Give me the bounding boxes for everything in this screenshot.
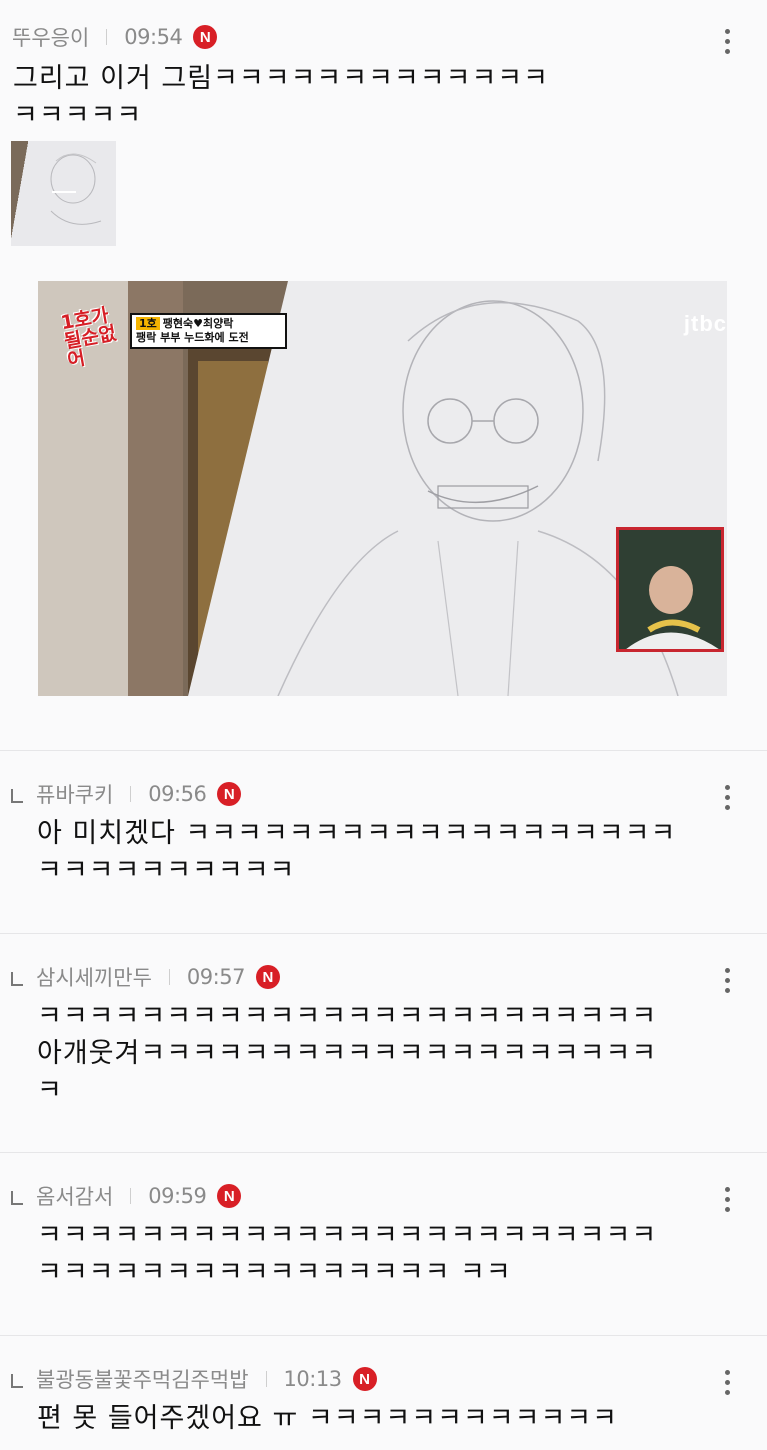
new-badge-icon: N [352, 1367, 377, 1391]
more-vertical-icon[interactable] [717, 29, 737, 54]
thumbnail-bar [52, 191, 76, 193]
reply-arrow-icon [11, 972, 23, 986]
broadcast-caption: 1호 팽현숙♥최양락 팽락 부부 누드화에 도전 [130, 313, 287, 349]
comment-text: ㅋㅋㅋㅋㅋㅋㅋㅋㅋㅋㅋㅋㅋㅋㅋㅋㅋㅋㅋㅋㅋㅋㅋㅋ ㅋㅋㅋㅋㅋㅋㅋㅋㅋㅋㅋㅋㅋㅋㅋ… [37, 1220, 658, 1288]
reaction-inset-graphic [626, 566, 719, 649]
comment-text: 편 못 들어주겠어요 ㅠ ㅋㅋㅋㅋㅋㅋㅋㅋㅋㅋㅋㅋ [37, 1403, 618, 1434]
comment-meta: 불광동불꽃주먹김주먹밥 10:13 N [36, 1364, 377, 1394]
meta-separator [265, 1371, 267, 1387]
more-vertical-icon[interactable] [717, 968, 737, 993]
attached-image[interactable]: 1호가 될순없어 1호 팽현숙♥최양락 팽락 부부 누드화에 도전 jtbc [38, 281, 727, 696]
comment-author[interactable]: 불광동불꽃주먹김주먹밥 [36, 1364, 249, 1394]
comment-text: 아 미치겠다 ㅋㅋㅋㅋㅋㅋㅋㅋㅋㅋㅋㅋㅋㅋㅋㅋㅋㅋㅋ ㅋㅋㅋㅋㅋㅋㅋㅋㅋㅋ [37, 818, 677, 886]
comment-meta: 삼시세끼만두 09:57 N [36, 962, 280, 992]
reply-arrow-icon [11, 1191, 23, 1205]
caption-line-2: 팽락 부부 누드화에 도전 [136, 331, 249, 344]
comment-item: 뚜우응이 09:54 N 그리고 이거 그림ㅋㅋㅋㅋㅋㅋㅋㅋㅋㅋㅋㅋㅋ ㅋㅋㅋㅋ… [0, 0, 767, 750]
more-vertical-icon[interactable] [717, 1187, 737, 1212]
comment-time: 10:13 [283, 1367, 343, 1391]
comment-author[interactable]: 삼시세끼만두 [36, 962, 152, 992]
reply-item: 퓨바쿠키 09:56 N 아 미치겠다 ㅋㅋㅋㅋㅋㅋㅋㅋㅋㅋㅋㅋㅋㅋㅋㅋㅋㅋㅋ … [0, 751, 767, 933]
new-badge-icon: N [193, 25, 218, 49]
new-badge-icon: N [217, 1184, 242, 1208]
reply-arrow-icon [11, 789, 23, 803]
comment-author[interactable]: 옴서감서 [36, 1181, 113, 1211]
comment-time: 09:57 [186, 965, 246, 989]
reaction-inset [616, 527, 724, 652]
caption-line-1: 팽현숙♥최양락 [162, 317, 234, 330]
more-vertical-icon[interactable] [717, 1370, 737, 1395]
sketch-thumbnail-graphic [50, 153, 102, 225]
comment-text: 그리고 이거 그림ㅋㅋㅋㅋㅋㅋㅋㅋㅋㅋㅋㅋㅋ ㅋㅋㅋㅋㅋ [13, 63, 549, 131]
new-badge-icon: N [217, 782, 242, 806]
reply-item: 옴서감서 09:59 N ㅋㅋㅋㅋㅋㅋㅋㅋㅋㅋㅋㅋㅋㅋㅋㅋㅋㅋㅋㅋㅋㅋㅋㅋ ㅋㅋ… [0, 1153, 767, 1335]
meta-separator [106, 29, 108, 45]
image-thumbnail[interactable] [11, 141, 116, 246]
comment-time: 09:59 [148, 1184, 207, 1208]
reply-arrow-icon [11, 1374, 23, 1388]
meta-separator [168, 969, 170, 985]
comment-time: 09:54 [124, 25, 183, 49]
comment-author[interactable]: 퓨바쿠키 [36, 779, 113, 809]
new-badge-icon: N [255, 965, 280, 989]
comment-meta: 옴서감서 09:59 N [36, 1181, 242, 1211]
episode-number: 1호 [136, 317, 160, 330]
comment-text: ㅋㅋㅋㅋㅋㅋㅋㅋㅋㅋㅋㅋㅋㅋㅋㅋㅋㅋㅋㅋㅋㅋㅋㅋ 아개웃겨ㅋㅋㅋㅋㅋㅋㅋㅋㅋㅋㅋ… [37, 1001, 658, 1106]
reply-item: 불광동불꽃주먹김주먹밥 10:13 N 편 못 들어주겠어요 ㅠ ㅋㅋㅋㅋㅋㅋㅋ… [0, 1336, 767, 1450]
comment-meta: 뚜우응이 09:54 N [12, 22, 218, 52]
meta-separator [130, 786, 132, 802]
meta-separator [130, 1188, 132, 1204]
comment-time: 09:56 [148, 782, 207, 806]
comment-meta: 퓨바쿠키 09:56 N [36, 779, 242, 809]
comment-author[interactable]: 뚜우응이 [12, 22, 89, 52]
channel-logo: jtbc [683, 311, 727, 336]
show-logo: 1호가 될순없어 [59, 304, 118, 372]
reply-item: 삼시세끼만두 09:57 N ㅋㅋㅋㅋㅋㅋㅋㅋㅋㅋㅋㅋㅋㅋㅋㅋㅋㅋㅋㅋㅋㅋㅋㅋ … [0, 934, 767, 1152]
more-vertical-icon[interactable] [717, 785, 737, 810]
